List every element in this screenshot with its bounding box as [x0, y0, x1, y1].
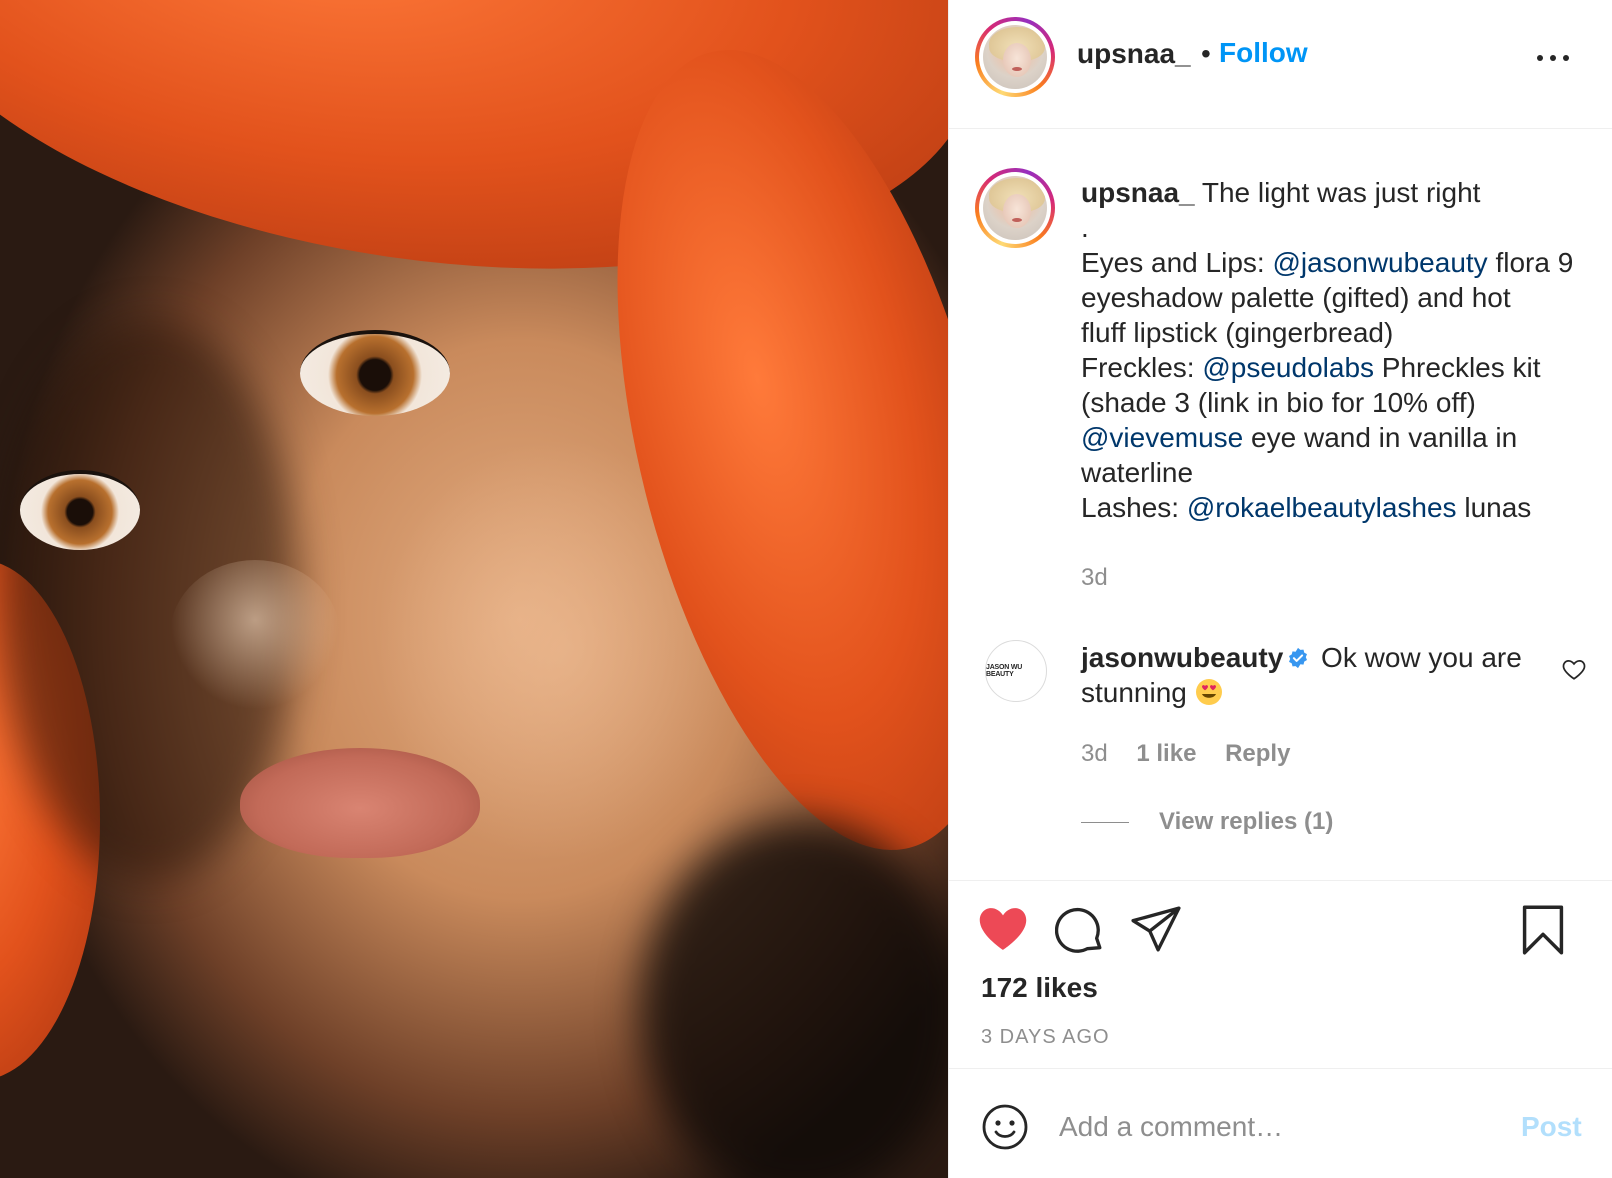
verified-badge-icon — [1289, 647, 1308, 669]
mention-link[interactable]: @jasonwubeauty — [1272, 247, 1487, 278]
caption-line: (shade 3 (link in bio for 10% off) — [1081, 387, 1476, 418]
comment: jasonwubeauty Ok wow you are stunning — [1081, 640, 1551, 710]
comment-timestamp[interactable]: 3d — [1081, 740, 1108, 767]
heart-eyes-emoji — [1195, 679, 1222, 705]
post-photo[interactable] — [0, 0, 948, 1178]
add-comment-bar: Post — [949, 1068, 1612, 1178]
mention-link[interactable]: @pseudolabs — [1202, 352, 1374, 383]
comment-meta: 3d 1 like Reply — [1081, 740, 1312, 768]
comment-icon[interactable] — [1055, 906, 1105, 956]
caption-line: @vievemuse eye wand in vanilla in — [1081, 422, 1518, 453]
heart-filled-icon[interactable] — [977, 906, 1029, 952]
more-options-icon[interactable] — [1533, 44, 1573, 72]
replies-divider — [1081, 821, 1129, 823]
eye-left — [20, 470, 140, 550]
post-caption: upsnaa_ The light was just right . Eyes … — [1081, 175, 1591, 525]
separator-dot: • — [1201, 38, 1211, 69]
bookmark-icon[interactable] — [1521, 904, 1565, 956]
comment-likes[interactable]: 1 like — [1136, 740, 1196, 767]
caption-line: eyeshadow palette (gifted) and hot — [1081, 282, 1511, 313]
caption-line: Freckles: @pseudolabs Phreckles kit — [1081, 352, 1541, 383]
nose-highlight — [170, 560, 340, 710]
follow-button[interactable]: Follow — [1219, 37, 1308, 69]
caption-author-avatar[interactable] — [975, 168, 1055, 248]
mention-link[interactable]: @rokaelbeautylashes — [1187, 492, 1457, 523]
share-icon[interactable] — [1131, 906, 1181, 952]
comment-input[interactable] — [1059, 1103, 1479, 1151]
commenter-avatar[interactable]: JASON WU BEAUTY — [985, 640, 1047, 702]
caption-line: Eyes and Lips: @jasonwubeauty flora 9 — [1081, 247, 1574, 278]
caption-line: Lashes: @rokaelbeautylashes lunas — [1081, 492, 1532, 523]
comment-line: stunning — [1081, 675, 1551, 710]
mention-link[interactable]: @vievemuse — [1081, 422, 1243, 453]
eye-right — [300, 330, 450, 416]
action-bar — [949, 880, 1612, 881]
comment-line: jasonwubeauty Ok wow you are — [1081, 642, 1522, 673]
post-date[interactable]: 3 DAYS AGO — [981, 1026, 1110, 1049]
author-username[interactable]: upsnaa_ — [1077, 38, 1191, 70]
caption-line: upsnaa_ The light was just right — [1081, 177, 1481, 208]
smiley-icon[interactable] — [981, 1103, 1029, 1151]
author-avatar[interactable] — [975, 17, 1055, 97]
caption-line: . — [1081, 212, 1089, 243]
post-panel: upsnaa_ • Follow upsnaa_ The light was j… — [948, 0, 1612, 1178]
like-count[interactable]: 172 likes — [981, 972, 1098, 1004]
caption-author[interactable]: upsnaa_ — [1081, 177, 1195, 208]
caption-line: fluff lipstick (gingerbread) — [1081, 317, 1394, 348]
caption-timestamp[interactable]: 3d — [1081, 564, 1108, 592]
neck-shadow — [640, 820, 948, 1178]
commenter-username[interactable]: jasonwubeauty — [1081, 642, 1283, 673]
caption-line: waterline — [1081, 457, 1194, 488]
post-button[interactable]: Post — [1521, 1111, 1582, 1143]
reply-button[interactable]: Reply — [1225, 740, 1290, 767]
heart-outline-icon[interactable] — [1561, 656, 1587, 682]
post-header: upsnaa_ • Follow — [949, 0, 1612, 129]
view-replies-button[interactable]: View replies (1) — [1081, 808, 1333, 836]
lips — [240, 748, 480, 858]
